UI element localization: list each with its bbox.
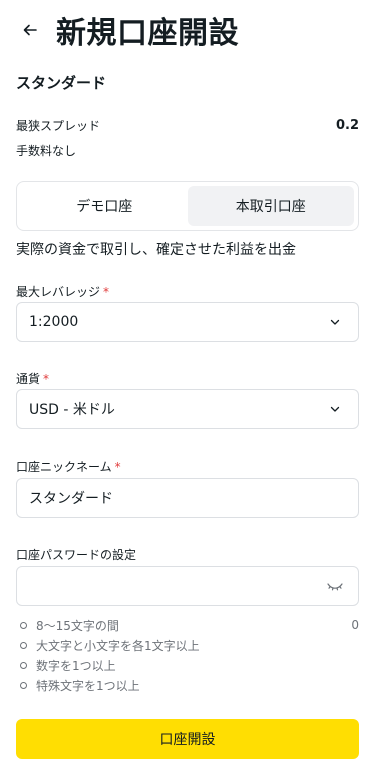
nickname-label-text: 口座ニックネーム [16, 460, 112, 474]
password-char-count: 0 [351, 618, 359, 632]
nickname-value: スタンダード [29, 491, 113, 507]
leverage-label-text: 最大レバレッジ [16, 285, 101, 299]
rule-circle-icon [20, 641, 27, 649]
header: 新規口座開設 [16, 8, 359, 52]
arrow-left-icon [23, 24, 37, 36]
rule-text: 数字を1つ以上 [36, 658, 116, 673]
page-title: 新規口座開設 [56, 16, 239, 51]
leverage-select[interactable]: 1:2000 [16, 302, 359, 342]
currency-label-text: 通貨 [16, 372, 41, 386]
currency-select[interactable]: USD - 米ドル [16, 389, 359, 429]
eye-closed-icon[interactable] [324, 575, 346, 597]
rule-circle-icon [20, 681, 27, 689]
spread-label: 最狭スプレッド [16, 119, 101, 133]
password-rule: 特殊文字を1つ以上 [16, 675, 359, 695]
tab-real[interactable]: 本取引口座 [187, 186, 354, 226]
chevron-down-icon [324, 311, 346, 333]
password-label: 口座パスワードの設定 [16, 546, 136, 563]
spread-row: 最狭スプレッド 0.2 [16, 117, 359, 134]
password-rule: 大文字と小文字を各1文字以上 [16, 635, 359, 655]
currency-label: 通貨 * [16, 370, 49, 387]
open-account-button[interactable]: 口座開設 [16, 719, 359, 759]
mode-description: 実際の資金で取引し、確定させた利益を出金 [16, 242, 296, 258]
leverage-value: 1:2000 [29, 314, 79, 330]
nickname-input[interactable]: スタンダード [16, 478, 359, 518]
password-input[interactable] [29, 578, 324, 594]
commission-row: 手数料なし [16, 142, 359, 159]
password-label-text: 口座パスワードの設定 [16, 548, 137, 562]
tab-demo[interactable]: デモ口座 [21, 186, 188, 226]
leverage-label: 最大レバレッジ * [16, 283, 109, 300]
password-rules: 8～15文字の間 0 大文字と小文字を各1文字以上 数字を1つ以上 特殊文字を1… [16, 615, 359, 695]
spread-value: 0.2 [335, 118, 359, 133]
rule-circle-icon [20, 661, 27, 669]
nickname-label: 口座ニックネーム * [16, 458, 121, 475]
password-rule: 数字を1つ以上 [16, 655, 359, 675]
password-field[interactable] [16, 566, 359, 606]
account-type-label: スタンダード [16, 74, 107, 92]
required-mark: * [103, 285, 110, 299]
chevron-down-icon [324, 398, 346, 420]
required-mark: * [114, 460, 121, 474]
account-mode-tabs: デモ口座 本取引口座 [16, 181, 359, 231]
rule-text: 8～15文字の間 [36, 618, 119, 633]
back-button[interactable] [16, 16, 44, 44]
password-rule: 8～15文字の間 0 [16, 615, 359, 635]
rule-text: 大文字と小文字を各1文字以上 [36, 638, 200, 653]
rule-text: 特殊文字を1つ以上 [36, 678, 140, 693]
currency-value: USD - 米ドル [29, 402, 115, 418]
rule-circle-icon [20, 621, 27, 629]
commission-label: 手数料なし [16, 144, 77, 158]
required-mark: * [43, 372, 50, 386]
